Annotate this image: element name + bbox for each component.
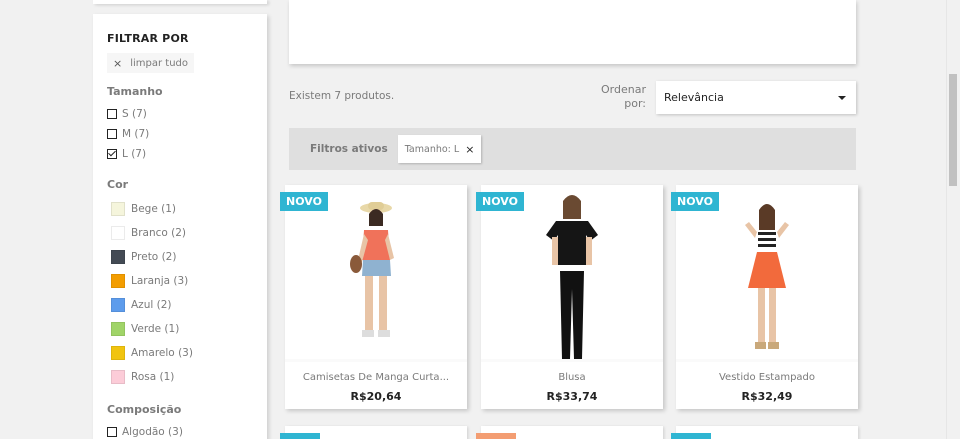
model-figure-image (546, 195, 598, 359)
new-badge-partial (280, 433, 320, 439)
card-divider (481, 359, 663, 362)
product-card[interactable]: NOVO Blusa R$33,74 (476, 185, 663, 409)
color-option[interactable]: Preto (2) (107, 245, 253, 269)
product-card-partial[interactable] (476, 426, 663, 439)
scrollbar-thumb[interactable] (949, 74, 957, 186)
clear-all-filters-button[interactable]: × limpar tudo (107, 53, 195, 73)
close-icon[interactable]: × (465, 143, 474, 156)
product-card[interactable]: NOVO Camisetas De Manga Curta... R$20,64 (280, 185, 467, 409)
sort-dropdown[interactable]: Relevância (656, 81, 856, 114)
product-card-partial[interactable] (280, 426, 467, 439)
checkbox[interactable] (107, 109, 117, 119)
close-icon: × (113, 56, 123, 70)
color-option[interactable]: Verde (1) (107, 317, 253, 341)
active-filters-bar: Filtros ativos Tamanho: L × (289, 128, 856, 170)
facet-title-color: Cor (107, 178, 129, 191)
clear-all-label: limpar tudo (130, 57, 189, 69)
product-price: R$33,74 (546, 390, 598, 403)
color-swatch[interactable] (111, 298, 125, 312)
color-swatch[interactable] (111, 226, 125, 240)
model-figure-image (350, 202, 394, 337)
composition-option-label: Algodão (3) (122, 426, 183, 438)
category-header-panel (289, 0, 856, 64)
size-option-label: M (7) (122, 128, 150, 140)
color-option-label: Laranja (3) (131, 275, 189, 287)
color-swatch[interactable] (111, 346, 125, 360)
color-swatch[interactable] (111, 250, 125, 264)
color-option-label: Rosa (1) (131, 371, 175, 383)
checkbox[interactable] (107, 129, 117, 139)
color-option[interactable]: Rosa (1) (107, 365, 253, 389)
color-option-label: Branco (2) (131, 227, 187, 239)
size-option-s[interactable]: S (7) (107, 104, 253, 124)
product-count: Existem 7 produtos. (289, 90, 395, 102)
new-badge: NOVO (476, 192, 524, 211)
product-name[interactable]: Vestido Estampado (676, 372, 858, 383)
card-divider (285, 359, 467, 362)
size-option-label: S (7) (122, 108, 147, 120)
size-option-label: L (7) (122, 148, 147, 160)
discount-badge-partial (476, 433, 516, 439)
new-badge: NOVO (671, 192, 719, 211)
sort-label: Ordenar por: (601, 83, 646, 110)
product-name[interactable]: Camisetas De Manga Curta... (285, 372, 467, 383)
product-image[interactable] (285, 185, 467, 359)
page-scrollbar[interactable] (946, 0, 960, 439)
color-option-label: Bege (1) (131, 203, 176, 215)
facet-title-size: Tamanho (107, 85, 163, 98)
sidebar-top-block (93, 0, 267, 4)
color-option[interactable]: Azul (2) (107, 293, 253, 317)
new-badge: NOVO (280, 192, 328, 211)
active-filters-label: Filtros ativos (310, 143, 388, 155)
color-option[interactable]: Branco (2) (107, 221, 253, 245)
color-option-label: Amarelo (3) (131, 347, 193, 359)
filter-title: FILTRAR POR (107, 32, 189, 45)
color-option-label: Verde (1) (131, 323, 180, 335)
color-option-label: Preto (2) (131, 251, 177, 263)
active-filter-chip[interactable]: Tamanho: L × (397, 135, 482, 163)
checkbox-checked[interactable] (107, 149, 117, 159)
model-figure-image (745, 204, 789, 349)
checkbox[interactable] (107, 427, 117, 437)
product-price: R$20,64 (350, 390, 402, 403)
color-swatch[interactable] (111, 370, 125, 384)
product-image[interactable] (481, 185, 663, 359)
card-divider (676, 359, 858, 362)
new-badge-partial (671, 433, 711, 439)
color-option[interactable]: Laranja (3) (107, 269, 253, 293)
color-option[interactable]: Amarelo (3) (107, 341, 253, 365)
color-swatch[interactable] (111, 202, 125, 216)
chevron-down-icon (838, 95, 846, 100)
color-option-label: Azul (2) (131, 299, 172, 311)
product-name[interactable]: Blusa (481, 372, 663, 383)
active-filter-chip-label: Tamanho: L (404, 143, 460, 155)
product-card[interactable]: NOVO Vestido Estampado R$32,49 (671, 185, 858, 409)
size-option-l[interactable]: L (7) (107, 144, 253, 164)
color-swatch[interactable] (111, 322, 125, 336)
sort-selected-value: Relevância (664, 91, 724, 104)
product-card-partial[interactable] (671, 426, 858, 439)
filter-sidebar: FILTRAR POR × limpar tudo Tamanho S (7) … (93, 14, 267, 439)
color-option[interactable]: Bege (1) (107, 197, 253, 221)
product-price: R$32,49 (741, 390, 793, 403)
composition-option-algodao[interactable]: Algodão (3) (107, 422, 253, 439)
size-option-m[interactable]: M (7) (107, 124, 253, 144)
color-swatch[interactable] (111, 274, 125, 288)
facet-title-composition: Composição (107, 403, 182, 416)
product-image[interactable] (676, 185, 858, 359)
